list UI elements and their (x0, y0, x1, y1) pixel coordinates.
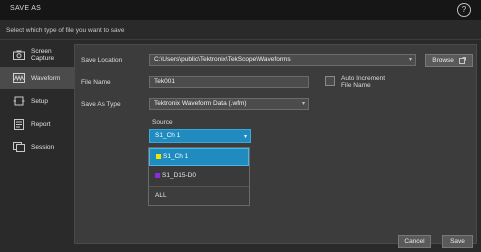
file-name-label: File Name (81, 79, 111, 86)
save-options-panel: Save Location C:\Users\public\Tektronix\… (74, 44, 477, 244)
help-icon[interactable]: ? (457, 3, 471, 17)
camera-icon (13, 49, 25, 61)
save-location-value: C:\Users\public\Tektronix\TekScope\Wavef… (154, 56, 291, 63)
setup-icon (13, 95, 25, 107)
auto-increment-label: Auto Increment File Name (341, 75, 386, 89)
source-dropdown-list: S1_Ch 1 S1_D15-D0 ALL (148, 147, 250, 206)
save-location-field[interactable]: C:\Users\public\Tektronix\TekScope\Wavef… (149, 54, 416, 66)
source-option-s1-d15-d0[interactable]: S1_D15-D0 (149, 167, 249, 185)
option-label: ALL (155, 192, 167, 199)
report-icon (13, 118, 25, 130)
sidebar-item-waveform[interactable]: Waveform (0, 67, 74, 89)
session-icon (13, 141, 25, 153)
option-label: S1_D15-D0 (162, 172, 196, 179)
sidebar-item-label: Waveform (31, 74, 61, 82)
auto-increment-checkbox[interactable] (325, 76, 335, 86)
save-as-type-value: Tektronix Waveform Data (.wfm) (154, 100, 247, 107)
sidebar-item-label: Report (31, 120, 51, 128)
open-external-icon (458, 56, 466, 64)
title-bar: SAVE AS ? (0, 0, 481, 20)
channel-color-swatch (155, 172, 160, 178)
cancel-button[interactable]: Cancel (398, 235, 431, 248)
sidebar-item-setup[interactable]: Setup (0, 90, 74, 112)
source-option-s1-ch1[interactable]: S1_Ch 1 (149, 148, 249, 166)
source-label: Source (152, 119, 173, 126)
sidebar-item-label: Session (31, 143, 55, 151)
chevron-down-icon: ▾ (408, 57, 412, 63)
sidebar-item-report[interactable]: Report (0, 113, 74, 135)
waveform-icon (13, 72, 25, 84)
instruction-text: Select which type of file you want to sa… (6, 27, 125, 34)
sidebar-item-label: Setup (31, 97, 48, 105)
sidebar-item-label: Screen Capture (31, 48, 55, 62)
divider (0, 39, 481, 40)
chevron-down-icon: ▾ (243, 134, 247, 140)
browse-button[interactable]: Browse (425, 54, 473, 67)
source-select[interactable]: S1_Ch 1 ▾ (149, 129, 251, 143)
save-as-type-label: Save As Type (81, 101, 121, 108)
dialog-title: SAVE AS (10, 5, 42, 12)
file-type-sidebar: Screen Capture Waveform Setup Report Ses… (0, 44, 74, 159)
channel-color-swatch (156, 153, 161, 159)
save-button[interactable]: Save (442, 235, 473, 248)
sidebar-item-screen-capture[interactable]: Screen Capture (0, 44, 74, 66)
source-option-all[interactable]: ALL (149, 186, 249, 204)
save-location-label: Save Location (81, 57, 123, 64)
chevron-down-icon: ▾ (301, 101, 305, 107)
option-label: S1_Ch 1 (163, 153, 189, 160)
browse-button-label: Browse (432, 57, 454, 64)
sidebar-item-session[interactable]: Session (0, 136, 74, 158)
save-as-type-select[interactable]: Tektronix Waveform Data (.wfm) ▾ (149, 98, 309, 110)
source-value: S1_Ch 1 (155, 132, 181, 139)
file-name-field[interactable]: Tek001 (149, 76, 309, 88)
